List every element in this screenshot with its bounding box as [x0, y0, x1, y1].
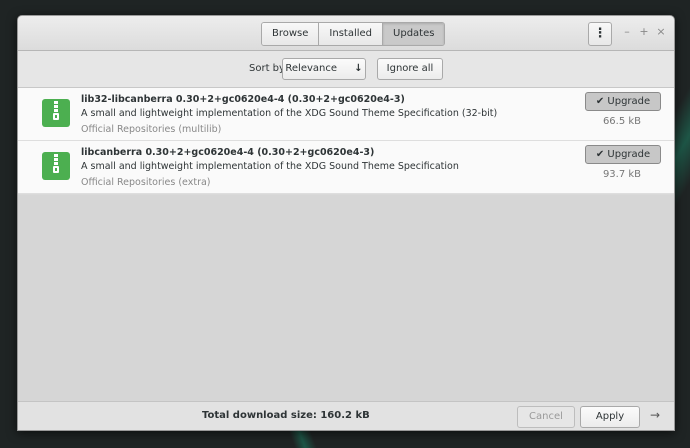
view-switcher: Browse Installed Updates [261, 22, 446, 46]
menu-button[interactable]: ⋮ [588, 22, 612, 46]
sort-value: Relevance [285, 63, 338, 74]
package-repository: Official Repositories (extra) [81, 177, 211, 188]
checkmark-icon: ✔ [595, 96, 605, 107]
upgrade-label: Upgrade [607, 96, 651, 107]
empty-list-area [18, 195, 674, 401]
close-icon[interactable]: × [655, 25, 667, 38]
cancel-button[interactable]: Cancel [517, 406, 575, 428]
tab-updates[interactable]: Updates [383, 23, 445, 45]
package-description: A small and lightweight implementation o… [81, 108, 498, 119]
tab-installed[interactable]: Installed [319, 23, 384, 45]
package-archive-icon [42, 152, 70, 180]
package-archive-icon [42, 99, 70, 127]
arrow-right-icon[interactable]: → [650, 408, 660, 422]
sort-by-label: Sort by [249, 63, 285, 74]
header-bar: Browse Installed Updates ⋮ – + × [18, 16, 674, 51]
transaction-footer: Total download size: 160.2 kB Cancel App… [18, 401, 674, 430]
package-name: libcanberra 0.30+2+gc0620e4-4 (0.30+2+gc… [81, 147, 375, 158]
vertical-dots-icon: ⋮ [593, 26, 607, 41]
sort-dropdown-button[interactable]: Relevance ↓ [282, 58, 366, 80]
package-manager-window: Browse Installed Updates ⋮ – + × Sort by… [17, 15, 675, 431]
total-download-size: Total download size: 160.2 kB [202, 410, 370, 421]
upgrade-toggle-button[interactable]: ✔ Upgrade [585, 92, 661, 111]
sort-toolbar: Sort by Relevance ↓ Ignore all [18, 51, 674, 88]
upgrade-toggle-button[interactable]: ✔ Upgrade [585, 145, 661, 164]
list-item: libcanberra 0.30+2+gc0620e4-4 (0.30+2+gc… [18, 141, 674, 194]
checkmark-icon: ✔ [595, 149, 605, 160]
package-name: lib32-libcanberra 0.30+2+gc0620e4-4 (0.3… [81, 94, 405, 105]
package-repository: Official Repositories (multilib) [81, 124, 222, 135]
updates-list: lib32-libcanberra 0.30+2+gc0620e4-4 (0.3… [18, 88, 674, 194]
apply-button[interactable]: Apply [580, 406, 640, 428]
package-description: A small and lightweight implementation o… [81, 161, 459, 172]
ignore-all-button[interactable]: Ignore all [377, 58, 443, 80]
upgrade-label: Upgrade [607, 149, 651, 160]
maximize-icon[interactable]: + [638, 25, 650, 38]
minimize-icon[interactable]: – [621, 25, 633, 38]
package-size: 93.7 kB [602, 169, 642, 180]
tab-browse[interactable]: Browse [262, 23, 320, 45]
arrow-down-icon: ↓ [354, 63, 363, 74]
list-item: lib32-libcanberra 0.30+2+gc0620e4-4 (0.3… [18, 88, 674, 141]
package-size: 66.5 kB [602, 116, 642, 127]
